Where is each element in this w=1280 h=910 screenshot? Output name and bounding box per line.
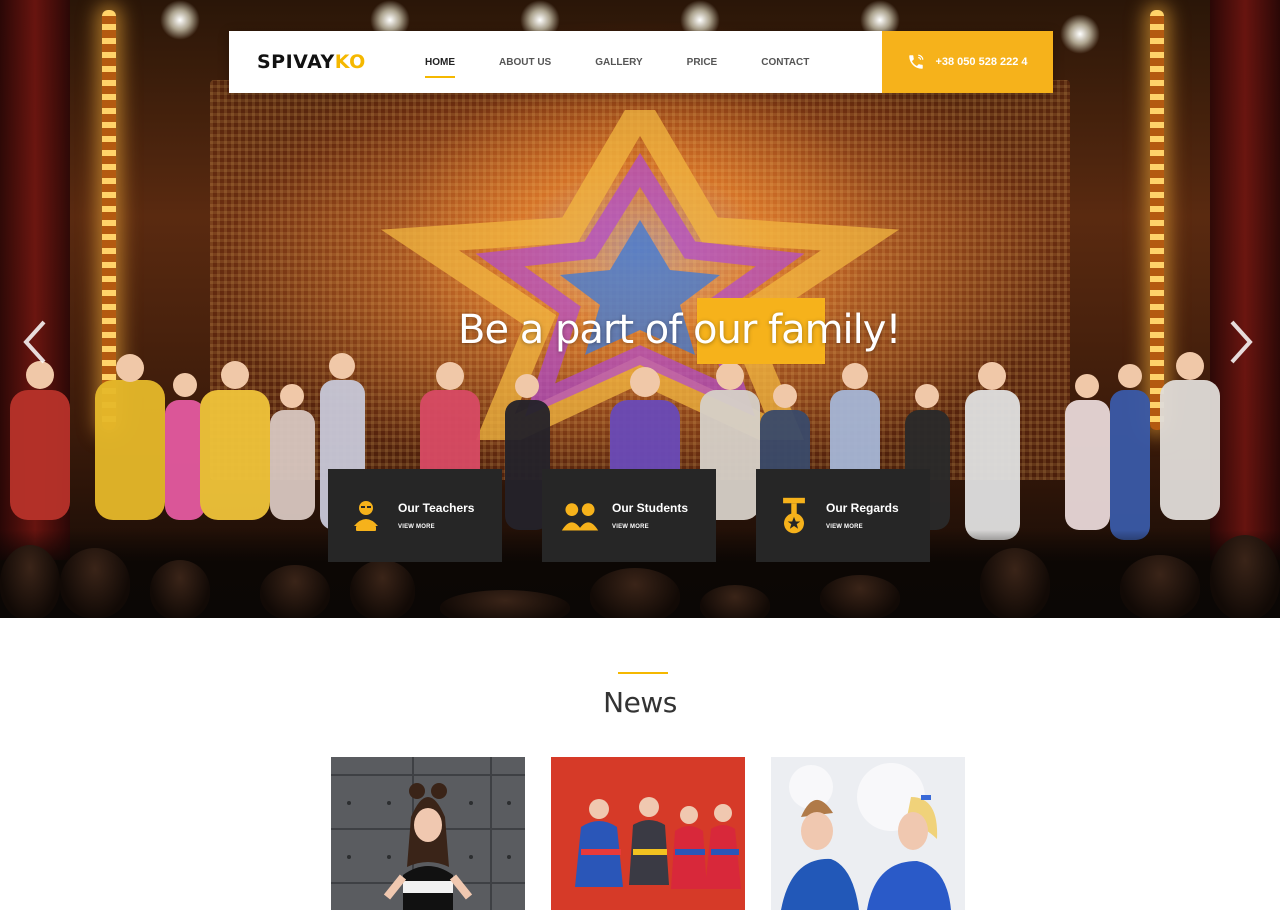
hero-headline: Be a part of our family! [458, 307, 901, 353]
spotlight [160, 0, 200, 40]
card-our-regards[interactable]: Our Regards VIEW MORE [756, 469, 930, 562]
audience-head [350, 560, 415, 618]
nav-item-contact[interactable]: CONTACT [761, 53, 809, 72]
view-more-link[interactable]: VIEW MORE [826, 524, 899, 530]
audience-head [1210, 535, 1280, 618]
nav-item-gallery[interactable]: GALLERY [595, 53, 642, 72]
nav-item-about-us[interactable]: ABOUT US [499, 53, 551, 72]
main-navbar: SPIVAYKO HOME ABOUT US GALLERY PRICE CON… [229, 31, 1053, 93]
card-title: Our Regards [826, 501, 899, 515]
nav-item-home[interactable]: HOME [425, 53, 455, 78]
audience-head [1120, 555, 1200, 618]
phone-icon [909, 54, 924, 69]
card-our-students[interactable]: Our Students VIEW MORE [542, 469, 716, 562]
news-divider [618, 672, 668, 674]
logo-text-dark: SPIVAY [257, 51, 335, 73]
audience-head [60, 548, 130, 618]
chevron-right-icon[interactable] [1226, 318, 1256, 366]
audience-head [700, 585, 770, 618]
card-our-teachers[interactable]: Our Teachers VIEW MORE [328, 469, 502, 562]
card-title: Our Teachers [398, 501, 475, 515]
news-photo [771, 757, 965, 910]
brand-logo[interactable]: SPIVAYKO [257, 51, 366, 73]
news-heading: News [603, 686, 677, 719]
card-title: Our Students [612, 501, 689, 515]
view-more-link[interactable]: VIEW MORE [612, 524, 688, 530]
students-icon [561, 502, 599, 531]
news-image-3[interactable] [771, 757, 965, 910]
news-photo [551, 757, 745, 910]
audience-head [150, 560, 210, 618]
news-image-1[interactable] [331, 757, 525, 910]
audience-head [260, 565, 330, 618]
news-image-2[interactable] [551, 757, 745, 910]
nav-menu: HOME ABOUT US GALLERY PRICE CONTACT [425, 31, 853, 93]
logo-text-accent: KO [334, 51, 366, 73]
nav-item-price[interactable]: PRICE [687, 53, 718, 72]
audience-head [0, 545, 60, 618]
phone-button[interactable]: +38 050 528 222 4 [882, 31, 1053, 93]
news-photo [331, 757, 525, 910]
chevron-left-icon[interactable] [20, 318, 50, 366]
medal-icon [783, 497, 805, 533]
audience-head [440, 590, 570, 618]
audience-head [980, 548, 1050, 618]
audience-head [590, 568, 680, 618]
audience-head [820, 575, 900, 618]
view-more-link[interactable]: VIEW MORE [398, 524, 474, 530]
spotlight [1060, 14, 1100, 54]
phone-number: +38 050 528 222 4 [935, 56, 1028, 68]
teacher-icon [354, 500, 378, 531]
